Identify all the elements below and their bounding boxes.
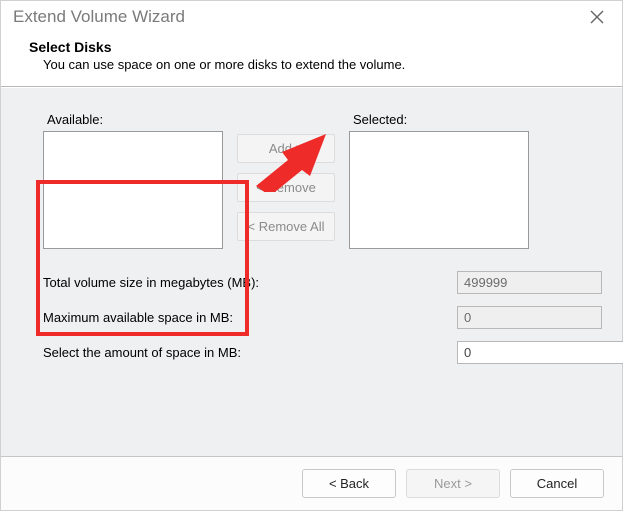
wizard-window: Extend Volume Wizard Select Disks You ca… — [0, 0, 623, 511]
amount-label: Select the amount of space in MB: — [43, 345, 241, 360]
page-title: Select Disks — [29, 39, 598, 55]
wizard-footer: < Back Next > Cancel — [1, 456, 622, 510]
close-icon[interactable] — [590, 10, 604, 24]
available-label: Available: — [47, 112, 223, 127]
amount-input[interactable] — [457, 341, 623, 364]
size-form: Total volume size in megabytes (MB): 499… — [43, 271, 602, 364]
cancel-button[interactable]: Cancel — [510, 469, 604, 498]
transfer-buttons: Add > < Remove < Remove All — [237, 134, 335, 241]
selected-column: Selected: — [349, 112, 529, 249]
total-size-field: 499999 — [457, 271, 602, 294]
total-size-label: Total volume size in megabytes (MB): — [43, 275, 259, 290]
selected-listbox[interactable] — [349, 131, 529, 249]
amount-row: Select the amount of space in MB: ▲ ▼ — [43, 341, 602, 364]
page-subtitle: You can use space on one or more disks t… — [43, 57, 598, 72]
titlebar: Extend Volume Wizard — [1, 1, 622, 33]
lists-row: Available: Add > < Remove < Remove All S… — [43, 112, 602, 249]
selected-label: Selected: — [353, 112, 529, 127]
next-button[interactable]: Next > — [406, 469, 500, 498]
remove-button[interactable]: < Remove — [237, 173, 335, 202]
total-size-row: Total volume size in megabytes (MB): 499… — [43, 271, 602, 294]
wizard-body: Available: Add > < Remove < Remove All S… — [1, 87, 622, 456]
add-button[interactable]: Add > — [237, 134, 335, 163]
back-button[interactable]: < Back — [302, 469, 396, 498]
max-space-field: 0 — [457, 306, 602, 329]
wizard-header: Select Disks You can use space on one or… — [1, 33, 622, 87]
available-column: Available: — [43, 112, 223, 249]
amount-spinner[interactable]: ▲ ▼ — [457, 341, 602, 364]
max-space-label: Maximum available space in MB: — [43, 310, 233, 325]
available-listbox[interactable] — [43, 131, 223, 249]
remove-all-button[interactable]: < Remove All — [237, 212, 335, 241]
max-space-row: Maximum available space in MB: 0 — [43, 306, 602, 329]
window-title: Extend Volume Wizard — [13, 7, 185, 27]
